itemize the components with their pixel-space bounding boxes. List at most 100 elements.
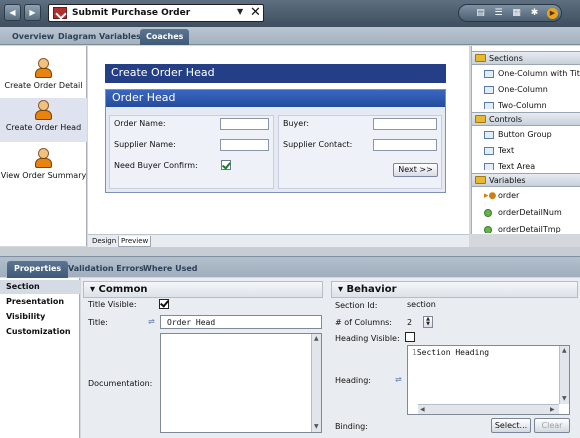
need-buyer-confirm-checkbox[interactable] xyxy=(221,160,231,170)
variable-dot-icon xyxy=(484,226,492,233)
tab-overview[interactable]: Overview xyxy=(12,29,54,45)
title-input[interactable]: Order Head xyxy=(160,315,322,329)
title-visible-checkbox[interactable] xyxy=(159,299,169,309)
tab-variables[interactable]: Variables xyxy=(99,29,141,45)
supplier-contact-input[interactable] xyxy=(373,139,437,151)
behavior-group-header[interactable]: ▾ Behavior xyxy=(331,281,578,298)
right-column: Buyer: Supplier Contact: Next >> xyxy=(278,115,442,189)
nav-section[interactable]: Section xyxy=(0,280,80,294)
heading-visible-checkbox[interactable] xyxy=(405,332,415,342)
heading-text: Section Heading xyxy=(416,348,490,357)
palette-item[interactable]: Button Group xyxy=(472,128,580,143)
collapse-icon: ▾ xyxy=(338,284,344,295)
nav-customization[interactable]: Customization xyxy=(0,325,80,339)
common-group-header[interactable]: ▾ Common xyxy=(83,281,323,298)
clear-binding-button[interactable]: Clear xyxy=(534,418,570,433)
coach-item[interactable]: View Order Summary xyxy=(0,146,87,190)
process-title: Submit Purchase Order xyxy=(72,8,191,18)
grid-icon[interactable]: ▦ xyxy=(511,8,522,19)
palette-item[interactable]: orderDetailTmp xyxy=(472,223,580,233)
canvas-view-tabs: Design Preview xyxy=(88,234,469,247)
columns-stepper[interactable]: ▲ ▼ xyxy=(423,316,433,328)
tab-design[interactable]: Design xyxy=(90,236,118,247)
palette-item[interactable]: One-Column with Title xyxy=(472,67,580,82)
title-bar: ◀ ▶ Submit Purchase Order ▼ ✕ ▤ ☰ ▦ ✱ ▶ xyxy=(0,0,580,27)
variable-link-icon[interactable]: ⇌ xyxy=(395,375,402,384)
select-binding-button[interactable]: Select... xyxy=(491,418,531,433)
next-button[interactable]: Next >> xyxy=(393,163,438,177)
variable-link-icon[interactable]: ⇌ xyxy=(148,317,155,326)
buyer-input[interactable] xyxy=(373,118,437,130)
process-selector[interactable]: Submit Purchase Order ▼ ✕ xyxy=(48,4,264,22)
nav-presentation[interactable]: Presentation xyxy=(0,295,80,309)
supplier-name-input[interactable] xyxy=(220,139,269,151)
heading-visible-label: Heading Visible: xyxy=(335,334,400,343)
palette-item[interactable]: Two-Column xyxy=(472,99,580,109)
nav-visibility[interactable]: Visibility xyxy=(0,310,80,324)
palette-group-sections[interactable]: Sections xyxy=(472,51,580,65)
order-head-section[interactable]: Order Head Order Name: Supplier Name: Ne… xyxy=(105,89,446,193)
forward-button[interactable]: ▶ xyxy=(24,4,41,21)
palette-item-label: orderDetailTmp xyxy=(498,225,561,233)
palette-item-label: Button Group xyxy=(498,130,552,139)
palette-group-controls[interactable]: Controls xyxy=(472,112,580,126)
chevron-down-icon[interactable]: ▼ xyxy=(237,7,243,16)
columns-value[interactable]: 2 xyxy=(407,318,412,327)
palette-item[interactable]: ▸● order xyxy=(472,189,580,204)
button-group-icon xyxy=(484,131,494,139)
title-visible-label: Title Visible: xyxy=(88,300,137,309)
coach-title[interactable]: Create Order Head xyxy=(105,64,446,83)
documentation-label: Documentation: xyxy=(88,379,153,388)
tab-properties[interactable]: Properties xyxy=(7,261,69,278)
palette-item[interactable]: One-Column xyxy=(472,83,580,98)
supplier-name-label: Supplier Name: xyxy=(114,140,176,149)
properties-tabs: Properties Validation Errors Where Used xyxy=(0,256,580,278)
order-name-label: Order Name: xyxy=(114,119,166,128)
palette-item-label: Text xyxy=(498,146,515,155)
folder-icon xyxy=(475,115,486,123)
close-icon[interactable]: ✕ xyxy=(250,5,261,20)
supplier-contact-label: Supplier Contact: xyxy=(283,140,353,149)
behavior-header-label: Behavior xyxy=(346,284,397,295)
forward-arrow-icon: ▶ xyxy=(29,8,36,17)
tab-validation-errors[interactable]: Validation Errors xyxy=(68,261,144,278)
palette-item-label: Two-Column xyxy=(498,101,547,109)
coach-label: View Order Summary xyxy=(0,171,87,180)
tab-coaches[interactable]: Coaches xyxy=(140,29,190,45)
panel-splitter[interactable] xyxy=(0,247,580,256)
binding-label: Binding: xyxy=(335,422,368,431)
documentation-scrollbar[interactable]: ▲ ▼ xyxy=(311,334,321,432)
coach-item-selected[interactable]: Create Order Head xyxy=(0,98,87,142)
documentation-textarea[interactable] xyxy=(160,333,322,433)
back-button[interactable]: ◀ xyxy=(4,4,21,21)
palette-item-label: order xyxy=(498,191,520,200)
order-name-input[interactable] xyxy=(220,118,269,130)
heading-scrollbar-vertical[interactable]: ▲ ▼ xyxy=(559,346,569,404)
variable-arrow-icon: ▸● xyxy=(484,191,497,201)
palette-item[interactable]: Text Area xyxy=(472,160,580,170)
need-buyer-confirm-label: Need Buyer Confirm: xyxy=(114,161,198,170)
palette-item-label: One-Column xyxy=(498,85,548,94)
back-arrow-icon: ◀ xyxy=(9,8,16,17)
section-title: Order Head xyxy=(106,90,445,107)
palette-item[interactable]: orderDetailNum xyxy=(472,206,580,221)
list-icon[interactable]: ☰ xyxy=(493,8,504,19)
coach-label: Create Order Head xyxy=(5,123,82,132)
palette-item-label: One-Column with Title xyxy=(498,69,580,78)
tab-where-used[interactable]: Where Used xyxy=(143,261,198,278)
heading-scrollbar-horizontal[interactable]: ◀ ▶ xyxy=(418,404,559,414)
coach-item[interactable]: Create Order Detail xyxy=(0,56,87,100)
design-canvas[interactable]: Create Order Head Order Head Order Name:… xyxy=(88,46,469,234)
toolbar-group: ▤ ☰ ▦ ✱ ▶ xyxy=(458,4,562,22)
section-icon xyxy=(484,102,494,109)
palette-group-variables[interactable]: Variables xyxy=(472,173,580,187)
tab-diagram[interactable]: Diagram xyxy=(58,29,96,45)
run-icon[interactable]: ▶ xyxy=(547,8,558,19)
folder-icon xyxy=(475,54,486,62)
tab-preview[interactable]: Preview xyxy=(118,236,152,247)
heading-label: Heading: xyxy=(335,376,371,385)
debug-bug-icon[interactable]: ✱ xyxy=(529,8,540,19)
page-icon[interactable]: ▤ xyxy=(475,8,486,19)
buyer-label: Buyer: xyxy=(283,119,310,128)
palette-item[interactable]: Text xyxy=(472,144,580,159)
